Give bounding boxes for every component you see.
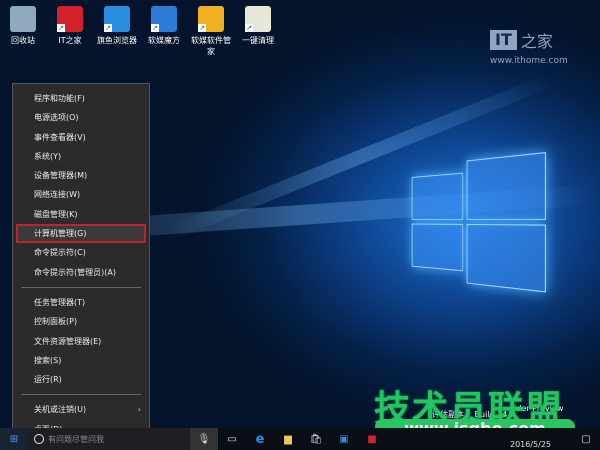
browser-icon: ↗ (104, 6, 130, 32)
menu-item[interactable]: 运行(R) (13, 370, 149, 389)
ithome-logo-cn: 之家 (520, 32, 553, 51)
search-placeholder: 有问题尽管问我 (48, 434, 104, 444)
software-manager-icon: ↗ (198, 6, 224, 32)
desktop-icon-label: 回收站 (11, 36, 35, 45)
winx-context-menu: 程序和功能(F) 电源选项(O) 事件查看器(V) 系统(Y) 设备管理器(M) 网络连接… (12, 83, 150, 434)
menu-item-label: 任务管理器(T) (34, 297, 86, 307)
ithome-watermark: IT 之家 www.ithome.com (490, 28, 568, 66)
menu-item-label: 网络连接(W) (34, 190, 81, 200)
menu-item[interactable]: 网络连接(W) (13, 185, 149, 204)
shortcut-arrow-icon: ↗ (57, 24, 65, 32)
menu-item[interactable]: 命令提示符(C) (13, 243, 149, 262)
chevron-right-icon: › (137, 405, 141, 415)
menu-item[interactable]: 控制面板(P) (13, 312, 149, 331)
menu-item[interactable]: 任务管理器(T) (13, 293, 149, 312)
menu-item[interactable]: 事件查看器(V) (13, 128, 149, 147)
shortcut-arrow-icon: ↗ (245, 24, 253, 32)
menu-item[interactable]: 文件资源管理器(E) (13, 332, 149, 351)
menu-item[interactable]: 搜索(S) (13, 351, 149, 370)
edge-icon[interactable]: e (246, 428, 274, 450)
notification-icon[interactable]: ▢ (572, 428, 600, 450)
desktop-icon[interactable]: ↗ 软媒魔方 (141, 4, 187, 57)
desktop-icon[interactable]: 回收站 (0, 4, 46, 57)
cube-icon: ↗ (151, 6, 177, 32)
search-box[interactable]: 有问题尽管问我 (28, 428, 190, 450)
menu-item[interactable]: 系统(Y) (13, 147, 149, 166)
menu-item[interactable]: 磁盘管理(K) (13, 205, 149, 224)
menu-item-label: 控制面板(P) (34, 317, 78, 327)
desktop-icon-label: 软媒魔方 (148, 36, 180, 45)
desktop-icon[interactable]: ↗ IT之家 (47, 4, 93, 57)
shortcut-arrow-icon: ↗ (104, 24, 112, 32)
desktop-icon-label: 旗鱼浏览器 (97, 36, 137, 45)
clock-date: 2016/5/25 (510, 440, 552, 449)
menu-item-label: 电源选项(O) (34, 113, 79, 123)
menu-item[interactable]: 命令提示符(管理员)(A) (13, 263, 149, 282)
store-icon[interactable]: 🛍 (302, 428, 330, 450)
start-button[interactable]: ⊞ (0, 428, 28, 450)
menu-item-label: 命令提示符(管理员)(A) (34, 267, 116, 277)
menu-item-label: 系统(Y) (34, 151, 62, 161)
menu-separator (21, 394, 141, 396)
menu-item[interactable]: 计算机管理(G) (16, 224, 146, 244)
ithome-app-icon[interactable]: ■ (358, 428, 386, 450)
menu-item-label: 命令提示符(C) (34, 248, 86, 258)
cortana-icon (34, 434, 44, 444)
menu-item[interactable]: 关机或注销(U) › (13, 400, 149, 419)
cube-app-icon[interactable]: ▣ (330, 428, 358, 450)
ithome-url: www.ithome.com (490, 56, 568, 66)
menu-separator (21, 286, 141, 288)
task-view-icon[interactable]: ▭ (218, 428, 246, 450)
menu-item[interactable]: 电源选项(O) (13, 108, 149, 127)
menu-item-label: 程序和功能(F) (34, 94, 85, 103)
menu-item-label: 事件查看器(V) (34, 132, 86, 142)
menu-item[interactable]: 程序和功能(F) (13, 89, 149, 108)
menu-item-label: 搜索(S) (34, 355, 62, 365)
windows-icon: ⊞ (9, 433, 19, 445)
taskbar: ⊞ 有问题尽管问我 🎙 ▭ e ▆ 🛍 ▣ ■ ▢ 2016/5/25 (0, 428, 600, 450)
windows-logo-light (411, 152, 547, 293)
menu-item-label: 关机或注销(U) (34, 405, 87, 415)
cleanup-icon: ↗ (245, 6, 271, 32)
menu-item-label: 计算机管理(G) (34, 229, 87, 239)
menu-item-label: 运行(R) (34, 375, 62, 385)
desktop-icon-label: IT之家 (58, 36, 82, 45)
ithome-logo: IT (490, 30, 517, 50)
shortcut-arrow-icon: ↗ (198, 24, 206, 32)
desktop-icon[interactable]: ↗ 一键清理 (235, 4, 281, 57)
desktop-icon[interactable]: ↗ 软媒软件管家 (188, 4, 234, 57)
desktop-icon-label: 一键清理 (242, 36, 274, 45)
menu-item-label: 磁盘管理(K) (34, 209, 78, 219)
desktop-icons: 回收站 ↗ IT之家 ↗ 旗鱼浏览器 ↗ 软媒魔方 ↗ 软媒软件管家 ↗ 一键清理 (0, 4, 282, 57)
menu-item-label: 设备管理器(M) (34, 171, 88, 181)
microphone-icon[interactable]: 🎙 (190, 428, 218, 450)
desktop-icon-label: 软媒软件管家 (191, 36, 231, 56)
menu-item-label: 文件资源管理器(E) (34, 336, 102, 346)
menu-item[interactable]: 设备管理器(M) (13, 166, 149, 185)
shortcut-arrow-icon: ↗ (151, 24, 159, 32)
recycle-bin-icon (10, 6, 36, 32)
desktop-icon[interactable]: ↗ 旗鱼浏览器 (94, 4, 140, 57)
file-explorer-icon[interactable]: ▆ (274, 428, 302, 450)
ithome-icon: ↗ (57, 6, 83, 32)
